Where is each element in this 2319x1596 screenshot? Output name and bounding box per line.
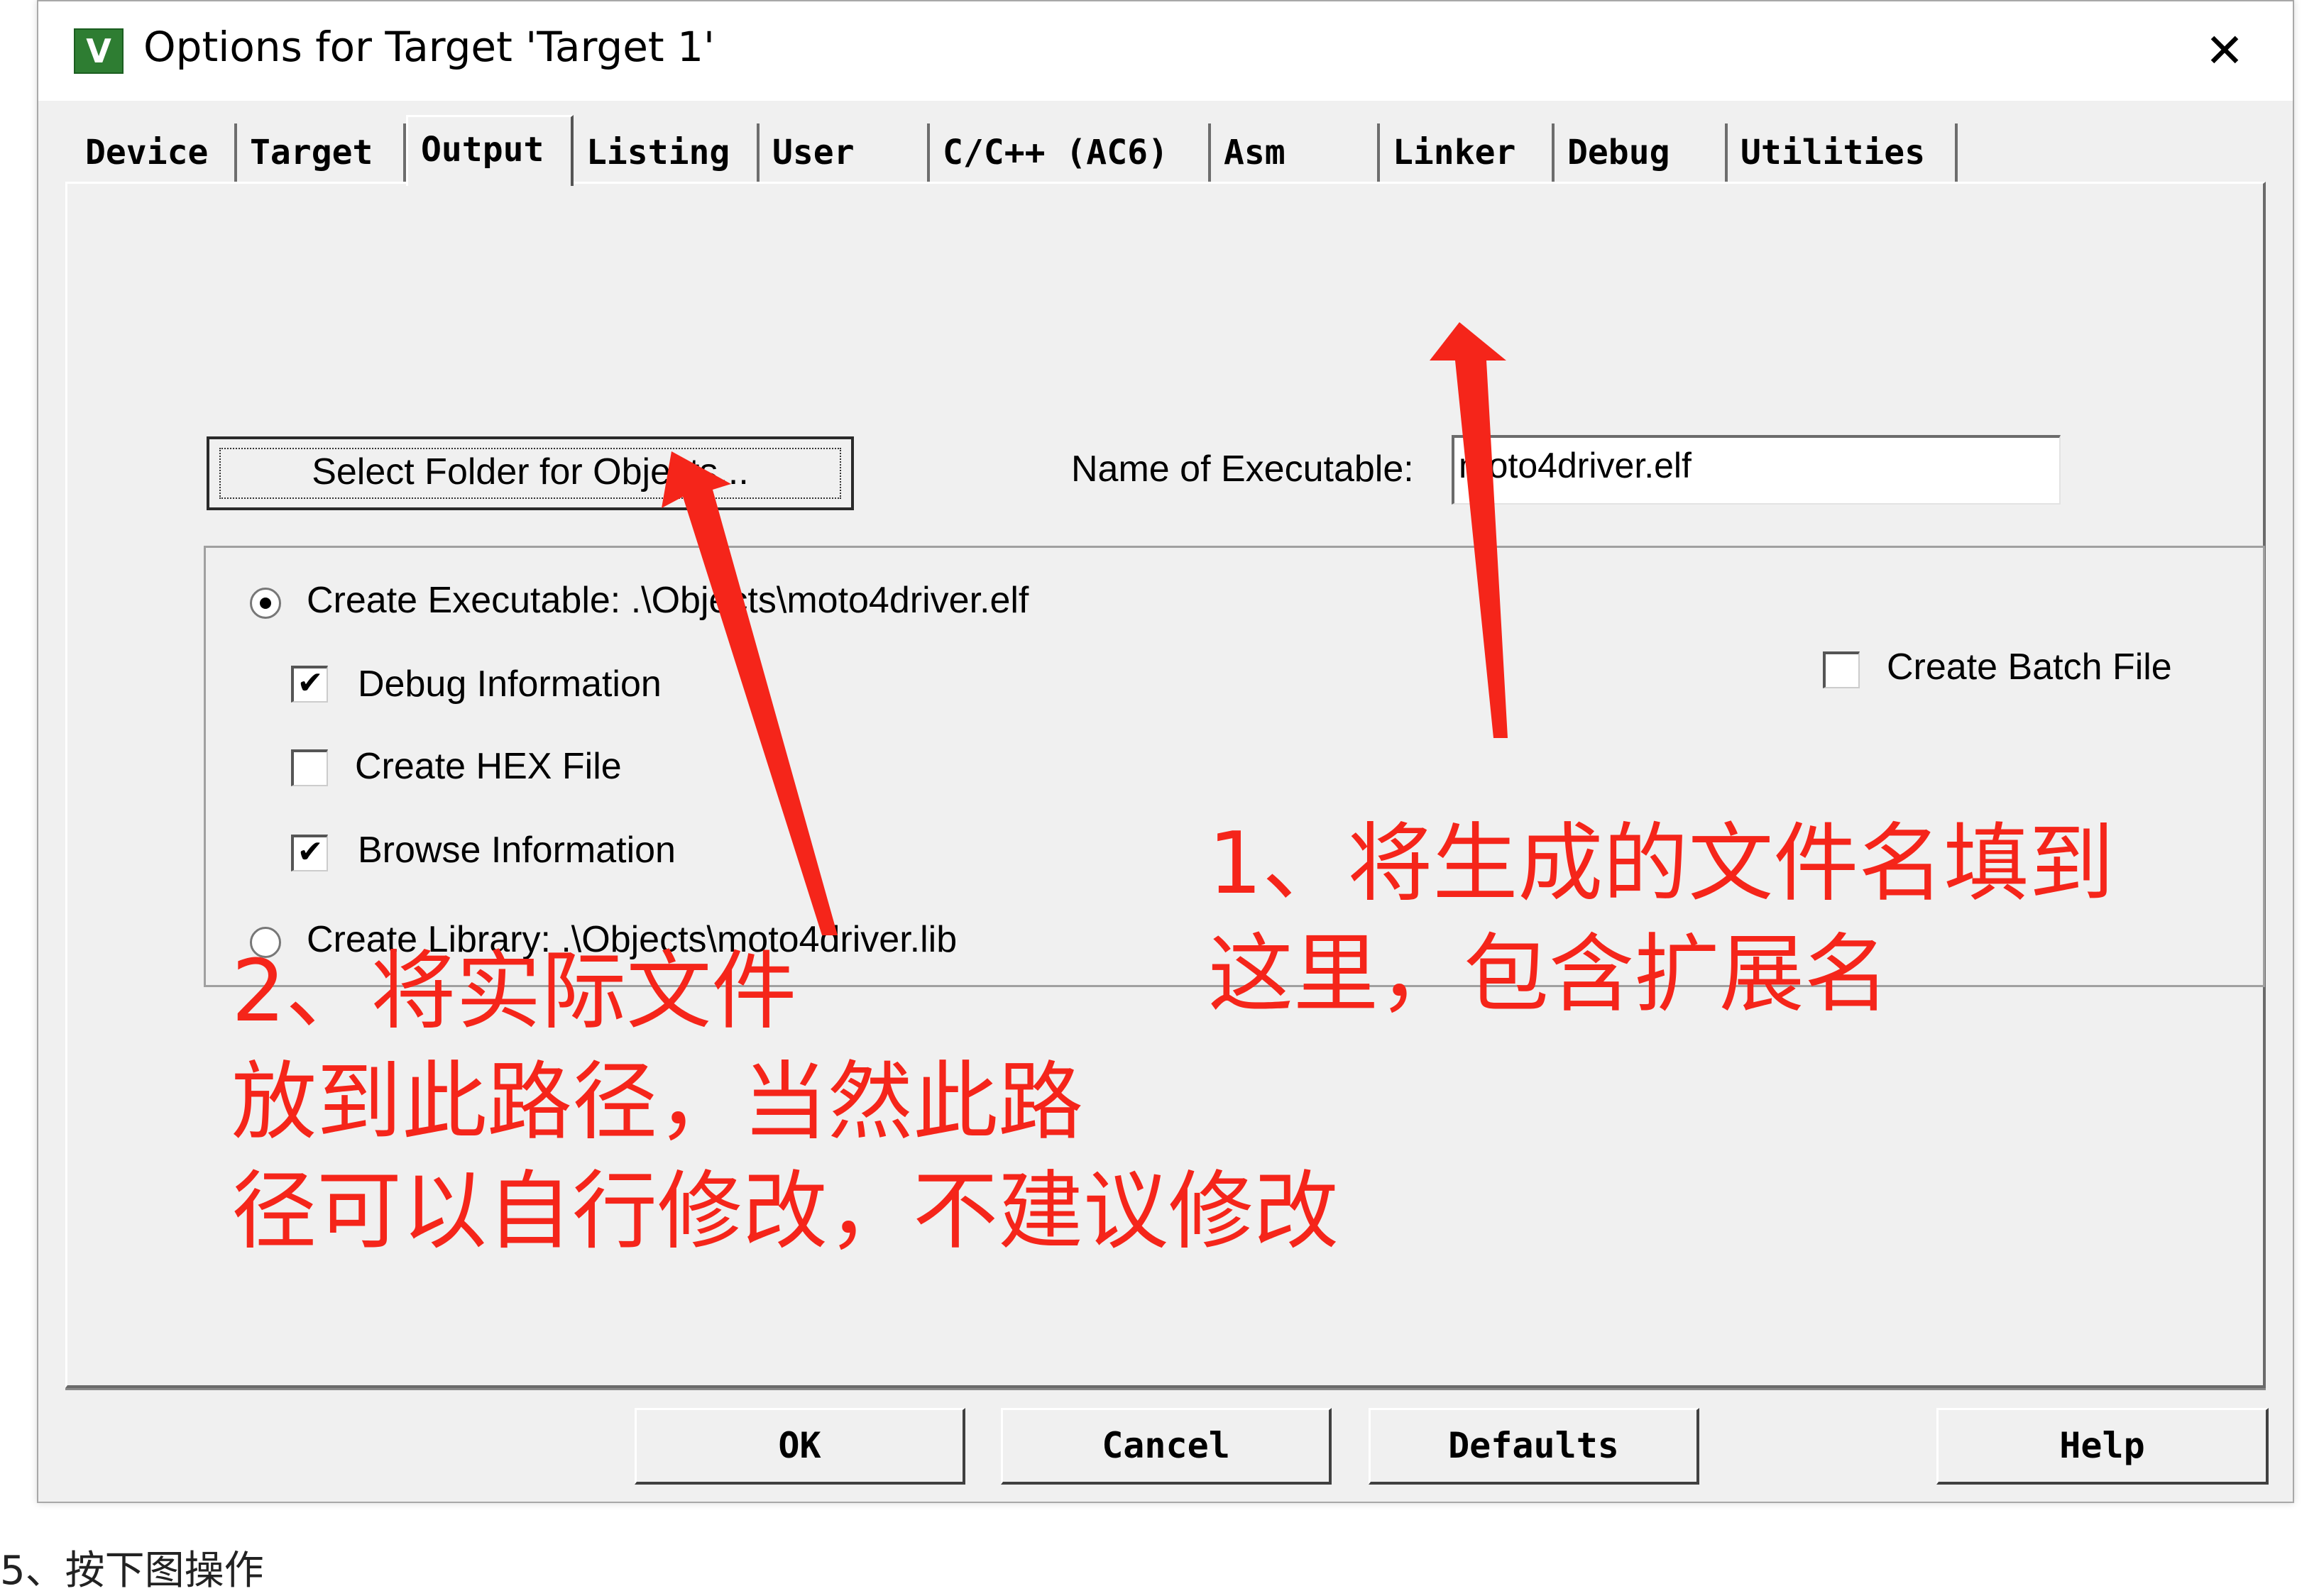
create-hex-checkbox[interactable]: [291, 749, 328, 786]
options-dialog: V Options for Target 'Target 1' ✕ Device…: [37, 0, 2294, 1503]
create-executable-radio[interactable]: [250, 588, 281, 619]
keil-app-icon: V: [74, 28, 124, 74]
annotation-1-line-1: 1、将生成的文件名填到: [1208, 815, 2115, 913]
browse-info-checkbox[interactable]: ✔: [291, 835, 328, 871]
footer-separator: [65, 1388, 2266, 1390]
select-folder-label: Select Folder for Objects...: [312, 451, 749, 492]
exe-name-label: Name of Executable:: [1071, 448, 1414, 490]
tab-output[interactable]: Output: [406, 115, 574, 186]
create-executable-label: Create Executable: .\Objects\moto4driver…: [307, 580, 1029, 621]
exe-name-input[interactable]: moto4driver.elf: [1452, 435, 2061, 505]
annotation-1-line-2: 这里，包含扩展名: [1208, 925, 1890, 1024]
tab-user[interactable]: User: [760, 123, 930, 182]
select-folder-button[interactable]: Select Folder for Objects...: [207, 436, 854, 510]
tab-linker[interactable]: Linker: [1380, 123, 1555, 182]
help-button[interactable]: Help: [1936, 1408, 2269, 1485]
annotation-2-line-1: 2、将实际文件: [231, 942, 797, 1041]
dialog-title: Options for Target 'Target 1': [143, 23, 715, 71]
tab-listing[interactable]: Listing: [574, 123, 760, 182]
cancel-button[interactable]: Cancel: [1001, 1408, 1332, 1485]
annotation-2-line-3: 径可以自行修改，不建议修改: [231, 1162, 1339, 1261]
step-caption: 5、按下图操作: [0, 1548, 264, 1594]
tab-utilities[interactable]: Utilities: [1728, 123, 1958, 182]
debug-info-checkbox[interactable]: ✔: [291, 666, 328, 703]
create-batch-label: Create Batch File: [1887, 646, 2172, 688]
create-batch-checkbox[interactable]: [1823, 651, 1860, 688]
tab-cpp-ac6[interactable]: C/C++ (AC6): [930, 123, 1211, 182]
ok-button[interactable]: OK: [635, 1408, 965, 1485]
tab-asm[interactable]: Asm: [1211, 123, 1380, 182]
debug-info-label: Debug Information: [358, 664, 662, 705]
browse-info-label: Browse Information: [358, 830, 676, 871]
annotation-2-line-2: 放到此路径，当然此路: [231, 1053, 1083, 1152]
tab-device[interactable]: Device: [72, 123, 237, 182]
close-icon[interactable]: ✕: [2196, 23, 2253, 79]
create-hex-label: Create HEX File: [355, 746, 622, 787]
tab-debug[interactable]: Debug: [1555, 123, 1728, 182]
tab-target[interactable]: Target: [237, 123, 406, 182]
title-bar: V Options for Target 'Target 1' ✕: [38, 1, 2293, 101]
defaults-button[interactable]: Defaults: [1369, 1408, 1699, 1485]
